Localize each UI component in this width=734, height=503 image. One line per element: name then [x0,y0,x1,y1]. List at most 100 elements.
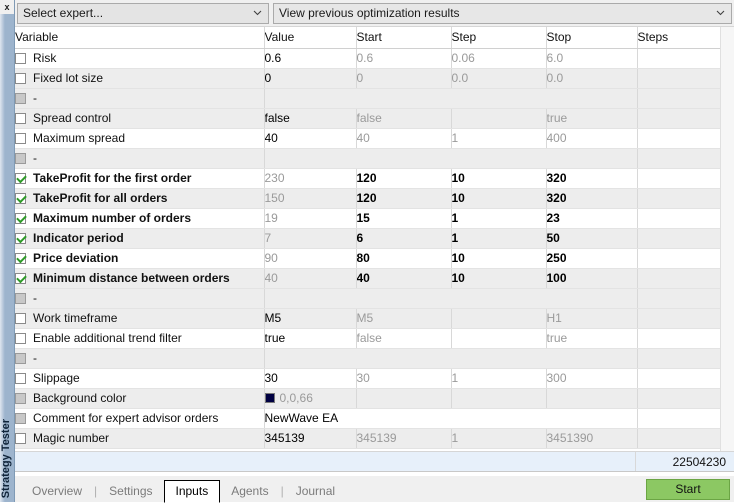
cell-value[interactable]: 0,0,66 [264,388,357,409]
expert-select[interactable]: Select expert... [17,2,269,24]
cell-stop[interactable]: 100 [546,268,638,289]
cell-step[interactable]: 10 [451,268,547,289]
checkbox-icon[interactable] [15,312,26,324]
cell-value[interactable]: 7 [264,228,357,249]
start-button[interactable]: Start [646,479,730,500]
cell-start[interactable]: 40 [356,128,452,149]
cell-step[interactable]: 1 [451,368,547,389]
cell-step[interactable]: 10 [451,248,547,269]
table-row[interactable]: - [15,148,734,169]
tab-overview[interactable]: Overview [21,480,93,502]
close-icon[interactable]: x [0,0,14,14]
results-select[interactable]: View previous optimization results [273,2,732,24]
table-row[interactable]: Minimum distance between orders 40 40 10 100… [15,268,734,289]
table-row[interactable]: Fixed lot size 0 0 0.0 0.0 [15,68,734,89]
checkbox-checked-icon[interactable] [15,212,26,224]
checkbox-checked-icon[interactable] [15,272,26,284]
cell-step[interactable]: 0.0 [451,68,547,89]
checkbox-checked-icon[interactable] [15,172,26,184]
cell-stop[interactable]: 400 [546,128,638,149]
table-row[interactable]: Maximum spread 40 40 1 400 [15,128,734,149]
cell-value[interactable]: 40 [264,268,357,289]
vertical-scrollbar[interactable] [720,27,734,452]
checkbox-icon[interactable] [15,72,26,84]
checkbox-icon[interactable] [15,112,26,124]
table-row[interactable]: - [15,288,734,309]
cell-step[interactable]: 10 [451,168,547,189]
cell-start[interactable]: 120 [356,168,452,189]
checkbox-icon[interactable] [15,332,26,344]
cell-start[interactable]: 6 [356,228,452,249]
table-row[interactable]: TakeProfit for all orders1501201032021 [15,188,734,209]
checkbox-checked-icon[interactable] [15,252,26,264]
cell-value[interactable]: 230 [264,168,357,189]
column-header-step[interactable]: Step [451,27,547,49]
cell-step[interactable] [451,308,547,329]
table-row[interactable]: Background color 0,0,66 [15,388,734,409]
table-row[interactable]: Risk 0.6 0.6 0.06 6.0 [15,48,734,69]
checkbox-icon[interactable] [15,372,26,384]
cell-step[interactable]: 1 [451,208,547,229]
cell-value[interactable]: 40 [264,128,357,149]
cell-value[interactable]: 0 [264,68,357,89]
cell-step[interactable]: 1 [451,128,547,149]
cell-start[interactable]: 40 [356,268,452,289]
table-row[interactable]: Comment for expert advisor orders NewWave… [15,408,734,429]
table-row[interactable]: Price deviation90801025018 [15,248,734,269]
cell-step[interactable] [451,388,547,409]
checkbox-icon[interactable] [15,432,26,444]
cell-value[interactable]: M5 [264,308,357,329]
cell-stop[interactable]: true [546,328,638,349]
cell-step[interactable]: 0.06 [451,48,547,69]
cell-value[interactable]: 30 [264,368,357,389]
cell-start[interactable]: 30 [356,368,452,389]
cell-start[interactable]: false [356,328,452,349]
cell-value[interactable]: 90 [264,248,357,269]
cell-value[interactable]: 0.6 [264,48,357,69]
cell-stop[interactable]: 6.0 [546,48,638,69]
tab-settings[interactable]: Settings [98,480,163,502]
cell-stop[interactable]: 3451390 [546,428,638,449]
tab-inputs[interactable]: Inputs [163,480,221,503]
table-row[interactable]: Enable additional trend filter true false t… [15,328,734,349]
cell-stop[interactable]: 300 [546,368,638,389]
cell-stop[interactable]: 320 [546,188,638,209]
cell-value[interactable]: 19 [264,208,357,229]
cell-start[interactable]: 0.6 [356,48,452,69]
table-row[interactable]: Indicator period7615045 [15,228,734,249]
table-row[interactable]: Work timeframe M5 M5 H1 [15,308,734,329]
cell-step[interactable] [451,108,547,129]
cell-stop[interactable] [546,388,638,409]
column-header-variable[interactable]: Variable [15,27,265,49]
cell-stop[interactable]: true [546,108,638,129]
cell-value[interactable]: true [264,328,357,349]
cell-step[interactable]: 10 [451,188,547,209]
column-header-start[interactable]: Start [356,27,452,49]
tab-agents[interactable]: Agents [220,480,279,502]
cell-start[interactable]: 15 [356,208,452,229]
table-row[interactable]: Maximum number of orders19151239 [15,208,734,229]
cell-value[interactable]: NewWave EA [264,408,638,429]
table-row[interactable]: - [15,88,734,109]
cell-value[interactable]: 345139 [264,428,357,449]
cell-stop[interactable]: 50 [546,228,638,249]
column-header-value[interactable]: Value [264,27,357,49]
cell-start[interactable]: 120 [356,188,452,209]
cell-step[interactable]: 1 [451,228,547,249]
cell-value[interactable]: 150 [264,188,357,209]
cell-start[interactable]: 345139 [356,428,452,449]
table-row[interactable]: Magic number 345139 345139 1 3451390 [15,428,734,449]
table-row[interactable]: - [15,348,734,369]
cell-stop[interactable]: 23 [546,208,638,229]
cell-stop[interactable]: 0.0 [546,68,638,89]
cell-value[interactable]: false [264,108,357,129]
column-header-stop[interactable]: Stop [546,27,638,49]
tab-journal[interactable]: Journal [285,480,346,502]
cell-start[interactable]: 0 [356,68,452,89]
cell-start[interactable]: false [356,108,452,129]
checkbox-checked-icon[interactable] [15,192,26,204]
cell-stop[interactable]: H1 [546,308,638,329]
checkbox-icon[interactable] [15,52,26,64]
cell-stop[interactable]: 320 [546,168,638,189]
cell-step[interactable] [451,328,547,349]
